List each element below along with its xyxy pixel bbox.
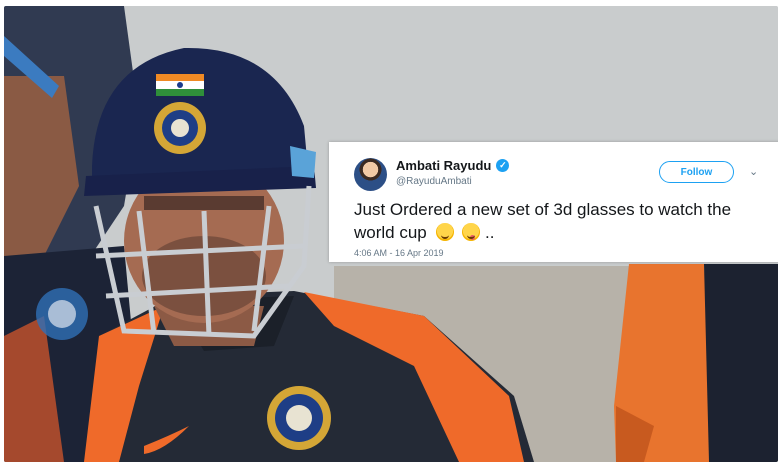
follow-button[interactable]: Follow — [659, 161, 734, 183]
verified-icon: ✓ — [496, 159, 510, 172]
winking-face-icon — [435, 223, 454, 241]
tweet-text: Just Ordered a new set of 3d glasses to … — [354, 198, 769, 244]
author-handle[interactable]: @RayuduAmbati — [396, 176, 472, 187]
tweet-text-body: Just Ordered a new set of 3d glasses to … — [354, 200, 732, 242]
author-name[interactable]: Ambati Rayudu ✓ — [396, 158, 510, 173]
background-player-right — [614, 264, 778, 462]
face-savoring-food-icon — [462, 223, 481, 241]
author-name-text[interactable]: Ambati Rayudu — [396, 158, 491, 173]
tweet-card[interactable]: Ambati Rayudu ✓ @RayuduAmbati Follow ⌄ J… — [329, 142, 778, 262]
chevron-down-icon[interactable]: ⌄ — [749, 165, 758, 178]
tweet-timestamp[interactable]: 4:06 AM - 16 Apr 2019 — [354, 248, 444, 258]
tweet-text-suffix: .. — [484, 223, 495, 242]
photo-frame: Ambati Rayudu ✓ @RayuduAmbati Follow ⌄ J… — [4, 6, 778, 462]
avatar[interactable] — [354, 158, 387, 191]
